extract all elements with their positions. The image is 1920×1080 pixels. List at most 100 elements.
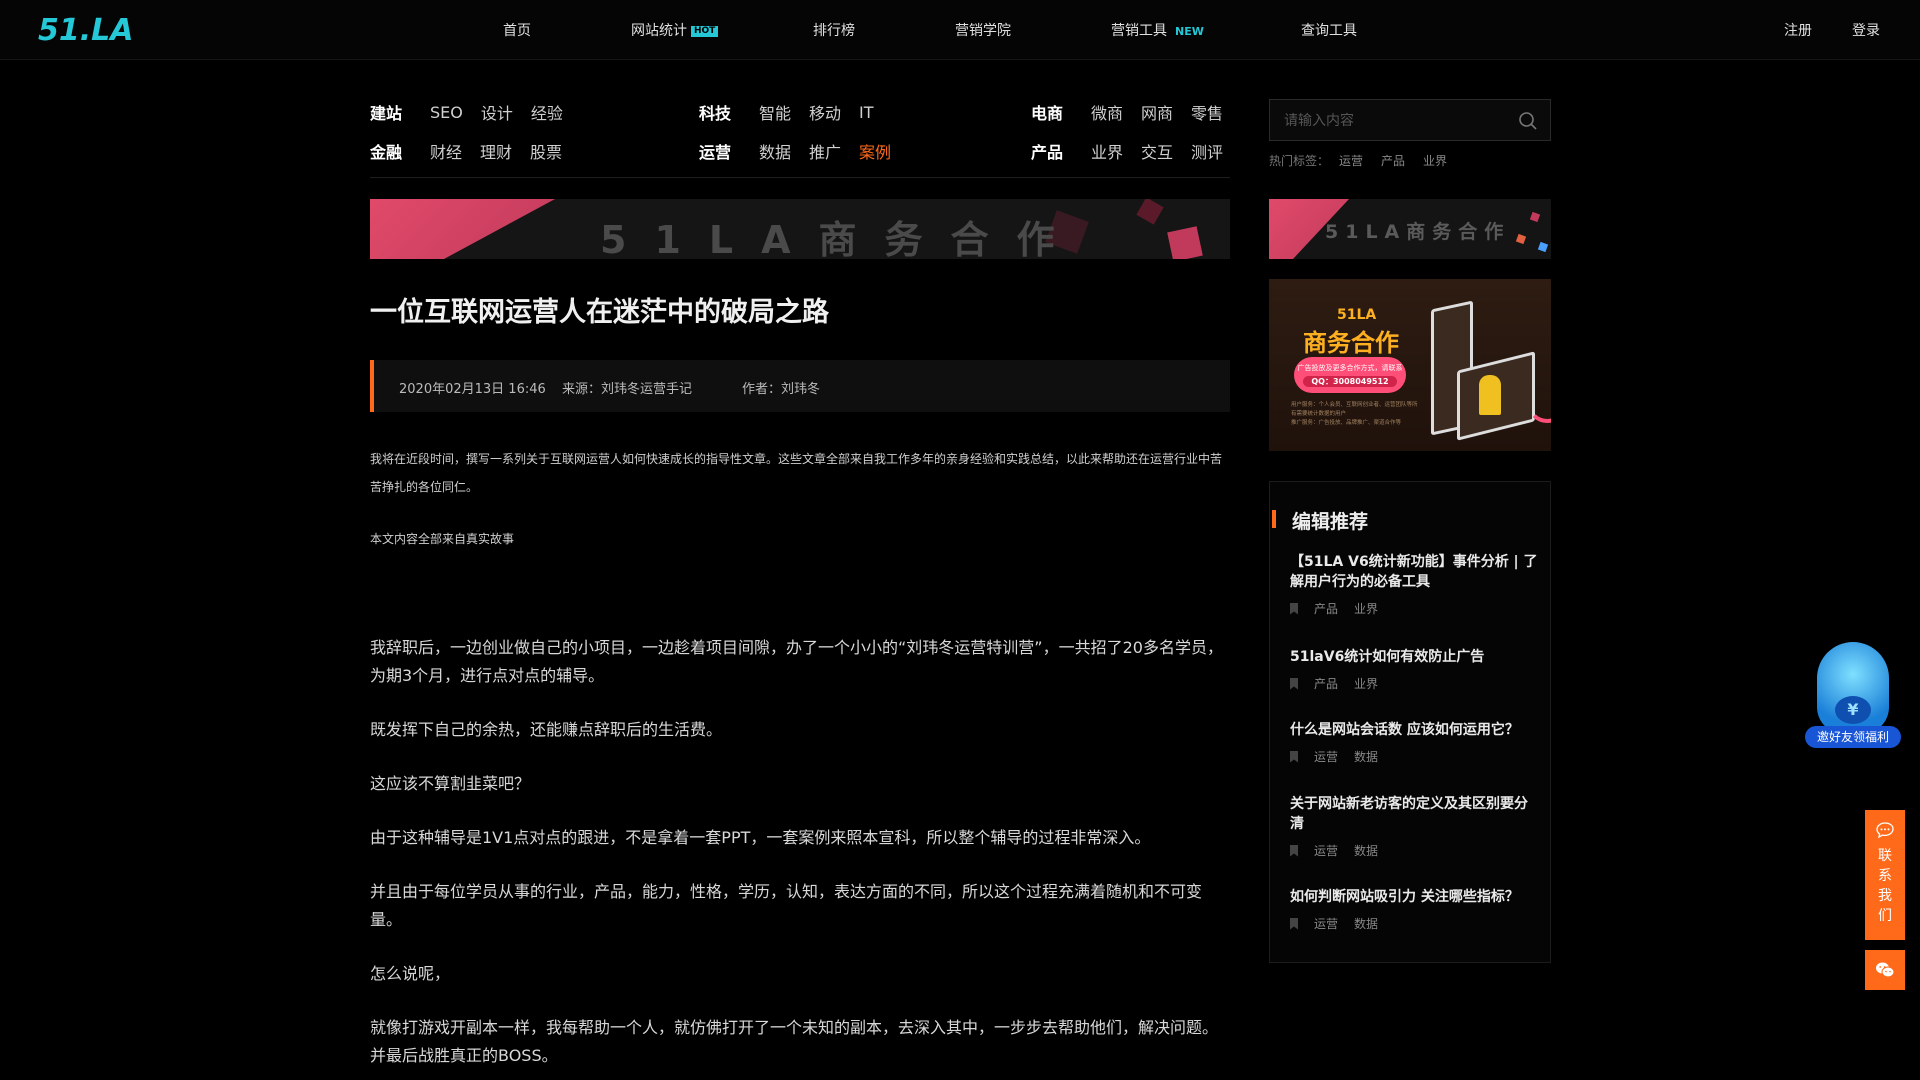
nav-ranking-label: 排行榜 [813, 23, 855, 39]
category-head[interactable]: 金融 [370, 139, 402, 163]
nav-site-stats-label: 网站统计 [631, 23, 687, 39]
banner-decoration [1537, 241, 1549, 253]
rec-item-title[interactable]: 如何判断网站吸引力 关注哪些指标？ [1290, 887, 1540, 907]
category-link[interactable]: 财经 [430, 139, 462, 163]
category-head[interactable]: 运营 [699, 139, 731, 163]
category-link[interactable]: 测评 [1191, 139, 1223, 163]
coin-icon: ¥ [1835, 696, 1871, 724]
business-banner[interactable]: 51LA商务合作 [370, 199, 1230, 259]
category-head[interactable]: 电商 [1031, 100, 1063, 124]
category-head[interactable]: 科技 [699, 100, 731, 124]
category-link[interactable]: SEO [430, 103, 463, 122]
category-link[interactable]: 经验 [531, 100, 563, 124]
hot-tags: 热门标签： 运营 产品 业界 [1269, 152, 1465, 169]
article-author: 作者：刘玮冬 [742, 382, 821, 397]
category-link[interactable]: 推广 [809, 139, 841, 163]
category-link[interactable]: 网商 [1141, 100, 1173, 124]
category-link[interactable]: 微商 [1091, 100, 1123, 124]
nav-home[interactable]: 首页 [503, 20, 531, 40]
category-group: 科技 智能 移动 IT [699, 100, 892, 124]
ad-small-2: 推广服务：广告投放、品牌推广、渠道合作等 [1291, 420, 1402, 426]
rec-tag[interactable]: 运营 [1314, 915, 1338, 932]
category-group: 产品 业界 交互 测评 [1031, 139, 1241, 163]
sidebar-business-banner[interactable]: 51LA商务合作 [1269, 199, 1551, 259]
search-box [1269, 99, 1551, 141]
category-link-active[interactable]: 案例 [859, 139, 891, 163]
rec-tag[interactable]: 产品 [1314, 675, 1338, 692]
rec-tag[interactable]: 数据 [1354, 748, 1378, 765]
ad-line1: 51LA [1337, 307, 1377, 323]
article-intro: 我将在近段时间，撰写一系列关于互联网运营人如何快速成长的指导性文章。这些文章全部… [370, 452, 1223, 494]
article-paragraph: 怎么说呢， [370, 964, 451, 983]
wechat-button[interactable] [1865, 950, 1905, 990]
banner-decoration [1167, 226, 1203, 259]
category-menu: 建站 SEO 设计 经验 科技 智能 移动 IT 电商 微商 网商 零售 金融 … [370, 98, 1230, 178]
category-head[interactable]: 建站 [370, 100, 402, 124]
hot-tag[interactable]: 运营 [1339, 152, 1363, 169]
category-link[interactable]: IT [859, 103, 874, 122]
banner-decoration [1515, 233, 1527, 245]
rec-item-title[interactable]: 什么是网站会话数 应该如何运用它？ [1290, 720, 1540, 740]
article-meta: 2020年02月13日 16:46 来源：刘玮冬运营手记 作者：刘玮冬 [370, 360, 1230, 412]
rec-tag[interactable]: 运营 [1314, 842, 1338, 859]
rec-item[interactable]: 关于网站新老访客的定义及其区别要分清 运营 数据 [1290, 794, 1540, 859]
rec-tag[interactable]: 业界 [1354, 675, 1378, 692]
category-head[interactable]: 产品 [1031, 139, 1063, 163]
hot-tag[interactable]: 产品 [1381, 152, 1405, 169]
login-link[interactable]: 登录 [1852, 20, 1880, 40]
rec-tag[interactable]: 业界 [1354, 600, 1378, 617]
category-link[interactable]: 交互 [1141, 139, 1173, 163]
category-link[interactable]: 设计 [481, 100, 513, 124]
article-paragraph: 就像打游戏开副本一样，我每帮助一个人，就仿佛打开了一个未知的副本，去深入其中，一… [370, 1018, 1219, 1065]
rec-tag[interactable]: 运营 [1314, 748, 1338, 765]
wechat-icon [1876, 962, 1895, 978]
register-link[interactable]: 注册 [1784, 20, 1812, 40]
bookmark-icon [1290, 844, 1298, 857]
rec-item-title[interactable]: 关于网站新老访客的定义及其区别要分清 [1290, 794, 1540, 834]
sidebar-ad-banner[interactable]: 51LA 商务合作 广告投放及更多合作方式，请联系 QQ：3008049512 … [1269, 279, 1551, 451]
category-link[interactable]: 移动 [809, 100, 841, 124]
ad-small-text: 用户服务：个人会员、互联网创业者、运营团队等所有需要统计数据的用户 推广服务：广… [1291, 401, 1421, 428]
category-link[interactable]: 数据 [759, 139, 791, 163]
nav-marketing-academy[interactable]: 营销学院 [955, 20, 1011, 40]
rec-tag[interactable]: 数据 [1354, 915, 1378, 932]
contact-char: 联 [1878, 848, 1892, 864]
nav-site-stats[interactable]: 网站统计 HOT [631, 20, 719, 40]
search-input[interactable] [1284, 110, 1504, 132]
rec-tag[interactable]: 数据 [1354, 842, 1378, 859]
rec-title: 编辑推荐 [1292, 511, 1369, 533]
contact-char: 我 [1878, 888, 1892, 904]
rec-item-title[interactable]: 51laV6统计如何有效防止广告 [1290, 647, 1540, 667]
rec-item[interactable]: 51laV6统计如何有效防止广告 产品 业界 [1290, 647, 1540, 692]
rec-item-tags: 运营 数据 [1290, 915, 1540, 932]
category-group: 建站 SEO 设计 经验 [370, 100, 581, 124]
category-link[interactable]: 智能 [759, 100, 791, 124]
rec-item[interactable]: 【51LA V6统计新功能】事件分析 | 了解用户行为的必备工具 产品 业界 [1290, 552, 1540, 617]
rec-item-title[interactable]: 【51LA V6统计新功能】事件分析 | 了解用户行为的必备工具 [1290, 552, 1540, 592]
nav-ranking[interactable]: 排行榜 [813, 20, 855, 40]
category-link[interactable]: 零售 [1191, 100, 1223, 124]
nav-marketing-academy-label: 营销学院 [955, 23, 1011, 39]
invite-friends-widget[interactable]: ¥ 邀好友领福利 [1805, 638, 1901, 750]
new-badge: NEW [1175, 25, 1204, 38]
contact-us-button[interactable]: 联 系 我 们 [1865, 810, 1905, 940]
category-group: 运营 数据 推广 案例 [699, 139, 909, 163]
category-link[interactable]: 理财 [480, 139, 512, 163]
chat-icon [1876, 822, 1894, 839]
rec-item[interactable]: 如何判断网站吸引力 关注哪些指标？ 运营 数据 [1290, 887, 1540, 932]
nav-marketing-tools[interactable]: 营销工具 NEW [1111, 20, 1204, 40]
article-paragraph: 并且由于每位学员从事的行业，产品，能力，性格，学历，认知，表达方面的不同，所以这… [370, 882, 1203, 929]
rec-item[interactable]: 什么是网站会话数 应该如何运用它？ 运营 数据 [1290, 720, 1540, 765]
search-icon[interactable] [1518, 111, 1538, 131]
category-link[interactable]: 业界 [1091, 139, 1123, 163]
category-link[interactable]: 股票 [530, 139, 562, 163]
banner-accent [370, 199, 555, 259]
article-title: 一位互联网运营人在迷茫中的破局之路 [370, 297, 829, 328]
rec-tag[interactable]: 产品 [1314, 600, 1338, 617]
article-paragraph: 这应该不算割韭菜吧？ [370, 774, 531, 793]
hot-tag[interactable]: 业界 [1423, 152, 1447, 169]
rec-title-bar [1272, 510, 1276, 528]
contact-char: 们 [1878, 908, 1892, 924]
nav-query-tools[interactable]: 查询工具 [1301, 20, 1357, 40]
rec-item-tags: 产品 业界 [1290, 675, 1540, 692]
